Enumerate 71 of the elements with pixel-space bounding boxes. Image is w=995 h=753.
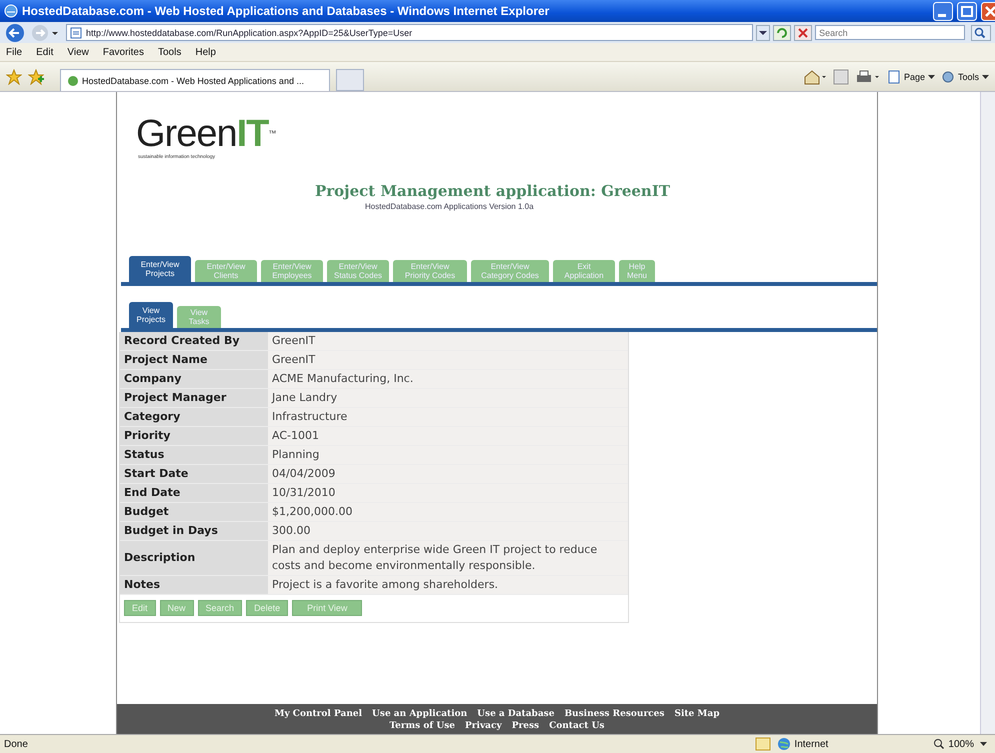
tab[interactable]: View Projects <box>129 302 173 328</box>
caret-icon <box>982 74 989 78</box>
footer-link[interactable]: Use a Database <box>477 708 554 720</box>
search-field[interactable]: Search <box>815 25 965 40</box>
menu-item[interactable]: Edit <box>36 46 54 58</box>
dropdown-icon[interactable] <box>756 24 770 40</box>
field-value: $1,200,000.00 <box>268 502 628 522</box>
caret-icon <box>928 74 935 78</box>
window-title: HostedDatabase.com - Web Hosted Applications and Databases - Windows Internet Explorer <box>22 4 550 18</box>
version-text: HostedDatabase.com Applications Version 1.0a <box>365 202 535 211</box>
add-favorite-icon[interactable] <box>28 68 44 84</box>
command-button[interactable]: Tools <box>940 70 989 84</box>
globe-icon <box>777 737 792 751</box>
field-label: Project Name <box>120 350 268 370</box>
field-label: Project Manager <box>120 388 268 408</box>
warning-icon <box>755 737 772 751</box>
magnifier-icon <box>933 738 946 750</box>
footer-link[interactable]: My Control Panel <box>274 708 362 720</box>
home-icon[interactable] <box>802 68 827 84</box>
close-icon[interactable] <box>981 2 995 20</box>
field-label: Description <box>120 540 268 576</box>
printer-icon[interactable] <box>854 68 881 84</box>
field-value: AC-1001 <box>268 426 628 446</box>
menu-item[interactable]: View <box>67 46 89 58</box>
app-title: Project Management application: GreenIT <box>315 182 672 200</box>
zone-indicator: Internet <box>777 737 928 751</box>
browser-tab[interactable]: HostedDatabase.com - Web Hosted Applications and ... <box>60 69 330 91</box>
tab[interactable]: Enter/View Projects <box>129 256 191 282</box>
field-value: Plan and deploy enterprise wide Green IT project to reduce costs and become environmentally responsible. <box>268 540 628 576</box>
footer-link[interactable]: Use an Application <box>372 708 468 720</box>
field-label: Priority <box>120 426 268 446</box>
address-field[interactable]: http://www.hosteddatabase.com/RunApplication.aspx?AppID=25&UserType=User <box>66 24 754 41</box>
footer-link[interactable]: Business Resources <box>564 708 664 720</box>
command-button[interactable]: Page <box>886 70 935 84</box>
minimize-icon[interactable] <box>933 2 953 20</box>
status-text: Done <box>4 738 28 750</box>
menu-item[interactable]: Tools <box>158 46 182 58</box>
footer-link[interactable]: Site Map <box>674 708 720 720</box>
zoom-control[interactable]: 100% <box>933 738 974 750</box>
search-icon[interactable] <box>971 24 991 40</box>
stop-icon[interactable] <box>794 24 812 40</box>
field-value: Project is a favorite among shareholders. <box>268 576 628 594</box>
field-label: Status <box>120 446 268 464</box>
caret-icon[interactable] <box>980 742 987 746</box>
field-label: Record Created By <box>120 332 268 350</box>
field-value: Jane Landry <box>268 388 628 408</box>
browser-icon <box>4 4 18 18</box>
maximize-icon[interactable] <box>957 2 977 20</box>
field-label: Category <box>120 408 268 426</box>
field-value: GreenIT <box>268 350 628 370</box>
field-value: GreenIT <box>268 332 628 350</box>
field-label: Company <box>120 370 268 388</box>
menu-item[interactable]: File <box>6 46 22 58</box>
field-value: 300.00 <box>268 522 628 540</box>
field-label: Budget <box>120 502 268 522</box>
footer-link[interactable]: Privacy <box>465 720 502 732</box>
field-value: Planning <box>268 446 628 464</box>
field-label: Notes <box>120 576 268 594</box>
field-value: 10/31/2010 <box>268 484 628 502</box>
field-label: Budget in Days <box>120 522 268 540</box>
menu-item[interactable]: Favorites <box>102 46 144 58</box>
footer-link[interactable]: Contact Us <box>549 720 604 732</box>
field-value: Infrastructure <box>268 408 628 426</box>
field-label: Start Date <box>120 464 268 484</box>
menu-item[interactable]: Help <box>195 46 216 58</box>
footer-link[interactable]: Press <box>512 720 540 732</box>
footer-link[interactable]: Terms of Use <box>390 720 456 732</box>
field-value: 04/04/2009 <box>268 464 628 484</box>
star-icon[interactable] <box>6 68 22 84</box>
field-value: ACME Manufacturing, Inc. <box>268 370 628 388</box>
field-label: End Date <box>120 484 268 502</box>
